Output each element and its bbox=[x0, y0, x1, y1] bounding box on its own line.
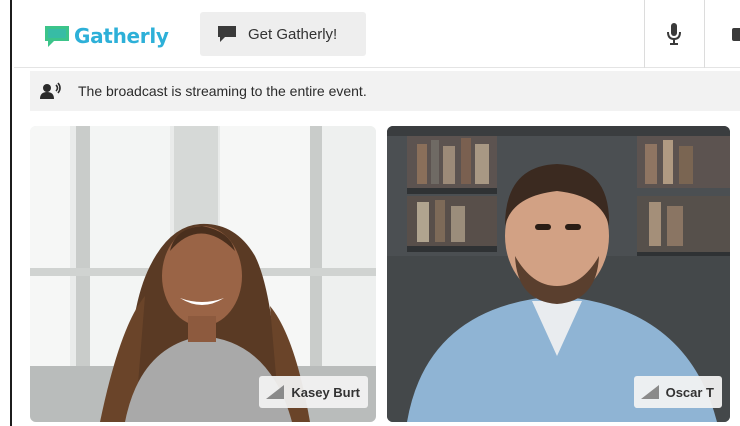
broadcast-banner: The broadcast is streaming to the entire… bbox=[30, 71, 740, 111]
participant-video-tile[interactable]: Oscar T bbox=[387, 126, 730, 422]
broadcast-speaker-icon bbox=[40, 82, 61, 99]
chat-bubble-icon bbox=[218, 26, 236, 42]
gatherly-logo[interactable]: Gatherly bbox=[42, 20, 169, 52]
logo-text: Gatherly bbox=[74, 24, 169, 48]
camera-button[interactable] bbox=[722, 20, 740, 48]
window-left-edge bbox=[0, 0, 12, 426]
toolbar-divider bbox=[704, 0, 705, 68]
signal-strength-icon bbox=[266, 385, 285, 399]
participant-name: Oscar T bbox=[665, 384, 714, 400]
participant-name-tag: Oscar T bbox=[633, 376, 722, 408]
top-bar: Gatherly Get Gatherly! bbox=[14, 0, 740, 68]
toolbar-divider bbox=[644, 0, 645, 68]
chat-bubble-logo-icon bbox=[45, 26, 69, 47]
microphone-icon bbox=[667, 23, 681, 45]
broadcast-status-text: The broadcast is streaming to the entire… bbox=[78, 83, 367, 99]
get-gatherly-label: Get Gatherly! bbox=[248, 25, 338, 43]
participant-name-tag: Kasey Burt bbox=[259, 376, 368, 408]
participant-video-tile[interactable]: Kasey Burt bbox=[30, 126, 376, 422]
get-gatherly-button[interactable]: Get Gatherly! bbox=[200, 12, 366, 56]
microphone-button[interactable] bbox=[659, 18, 689, 50]
video-camera-icon bbox=[732, 28, 740, 41]
signal-strength-icon bbox=[640, 385, 659, 399]
participant-name: Kasey Burt bbox=[291, 384, 360, 400]
